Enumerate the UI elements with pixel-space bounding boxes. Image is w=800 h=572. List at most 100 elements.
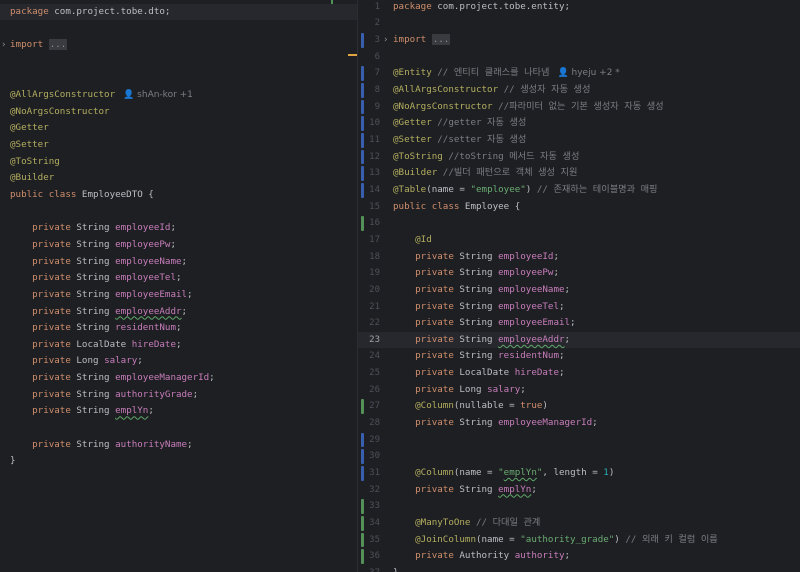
right-editor-pane[interactable]: 1 package com.project.tobe.entity; 2 3 › impo…: [358, 0, 800, 572]
code-text[interactable]: @Column(nullable = true): [393, 398, 548, 415]
gutter[interactable]: 11: [358, 132, 392, 149]
code-line[interactable]: private String employeeAddr;: [0, 304, 357, 321]
code-text[interactable]: private String authorityName;: [10, 437, 192, 454]
code-line[interactable]: 26 private Long salary;: [358, 382, 800, 399]
change-marker-modified[interactable]: [361, 182, 364, 198]
code-line[interactable]: private LocalDate hireDate;: [0, 337, 357, 354]
change-marker-added[interactable]: [361, 549, 364, 564]
gutter[interactable]: 22: [358, 315, 392, 332]
code-line[interactable]: 36 private Authority authority;: [358, 548, 800, 565]
gutter[interactable]: 6: [358, 49, 392, 66]
code-line[interactable]: private String employeeTel;: [0, 270, 357, 287]
code-line[interactable]: private String authorityName;: [0, 437, 357, 454]
gutter[interactable]: [0, 204, 34, 221]
code-line[interactable]: 25 private LocalDate hireDate;: [358, 365, 800, 382]
code-line[interactable]: [0, 420, 357, 437]
code-line[interactable]: 22 private String employeeEmail;: [358, 315, 800, 332]
code-text[interactable]: package com.project.tobe.entity;: [393, 0, 570, 15]
change-marker-added[interactable]: [361, 399, 364, 415]
code-line[interactable]: 15 public class Employee {: [358, 199, 800, 216]
author-inlay-hint[interactable]: 👤 hyeju +2 *: [557, 68, 619, 78]
code-text[interactable]: @NoArgsConstructor: [10, 104, 110, 121]
code-line[interactable]: 31 @Column(name = "emplYn", length = 1): [358, 465, 800, 482]
code-line[interactable]: 35 @JoinColumn(name = "authority_grade")…: [358, 532, 800, 549]
gutter[interactable]: 3 ›: [358, 32, 392, 49]
code-line[interactable]: 33: [358, 498, 800, 515]
code-line[interactable]: 3 › import ...: [358, 32, 800, 49]
code-text[interactable]: private String employeeManagerId;: [393, 415, 598, 432]
code-line[interactable]: [0, 20, 357, 37]
code-text[interactable]: private String emplYn;: [10, 403, 154, 420]
gutter[interactable]: 25: [358, 365, 392, 382]
code-line[interactable]: 28 private String employeeManagerId;: [358, 415, 800, 432]
code-line[interactable]: private String employeeEmail;: [0, 287, 357, 304]
code-text[interactable]: @NoArgsConstructor //파라미터 없는 기본 생성자 자동 생…: [393, 99, 664, 116]
code-line[interactable]: private String emplYn;: [0, 403, 357, 420]
code-text[interactable]: public class EmployeeDTO {: [10, 187, 154, 204]
code-line[interactable]: 14 @Table(name = "employee") // 존재하는 테이블명…: [358, 182, 800, 199]
code-text[interactable]: @Setter //setter 자동 생성: [393, 132, 526, 149]
code-text[interactable]: @AllArgsConstructor // 생성자 자동 생성: [393, 82, 590, 99]
code-line[interactable]: › import ...: [0, 37, 357, 54]
code-line[interactable]: 37}: [358, 565, 800, 572]
code-text[interactable]: public class Employee {: [393, 199, 520, 216]
gutter[interactable]: 17: [358, 232, 392, 249]
code-text[interactable]: @Builder //빌더 패턴으로 객체 생성 지원: [393, 165, 577, 182]
fold-chevron-icon[interactable]: ›: [383, 32, 388, 49]
code-text[interactable]: private String employeeTel;: [10, 270, 181, 287]
gutter[interactable]: [0, 54, 34, 71]
change-marker-modified[interactable]: [361, 466, 364, 481]
code-line[interactable]: private String employeeId;: [0, 220, 357, 237]
gutter[interactable]: 35: [358, 532, 392, 549]
change-marker-modified[interactable]: [361, 99, 364, 115]
code-text[interactable]: import ...: [393, 32, 451, 49]
fold-chevron-icon[interactable]: ›: [1, 37, 6, 54]
code-text[interactable]: private String employeeName;: [10, 254, 187, 271]
code-line[interactable]: 16: [358, 215, 800, 232]
gutter[interactable]: 10: [358, 115, 392, 132]
code-text[interactable]: private String employeeEmail;: [393, 315, 575, 332]
code-line[interactable]: @ToString: [0, 154, 357, 171]
folded-imports-placeholder[interactable]: ...: [431, 34, 451, 46]
code-line[interactable]: 6: [358, 49, 800, 66]
change-marker-modified[interactable]: [361, 449, 364, 465]
code-text[interactable]: @ToString: [10, 154, 60, 171]
right-code-lines[interactable]: 1 package com.project.tobe.entity; 2 3 › impo…: [358, 0, 800, 572]
gutter[interactable]: [0, 453, 34, 470]
gutter[interactable]: 13: [358, 165, 392, 182]
gutter[interactable]: 23: [358, 332, 392, 349]
gutter[interactable]: 30: [358, 448, 392, 465]
code-line[interactable]: 27 @Column(nullable = true): [358, 398, 800, 415]
gutter[interactable]: 20: [358, 282, 392, 299]
code-text[interactable]: private String employeeManagerId;: [10, 370, 215, 387]
code-line[interactable]: 18 private String employeeId;: [358, 249, 800, 266]
code-line[interactable]: }: [0, 453, 357, 470]
code-text[interactable]: private String emplYn;: [393, 482, 537, 499]
code-text[interactable]: private Long salary;: [10, 353, 143, 370]
gutter[interactable]: 1: [358, 0, 392, 15]
code-line[interactable]: private String residentNum;: [0, 320, 357, 337]
code-text[interactable]: private String employeeName;: [393, 282, 570, 299]
code-line[interactable]: @AllArgsConstructor 👤 shAn-kor +1: [0, 87, 357, 104]
code-line[interactable]: @Getter: [0, 120, 357, 137]
left-editor-pane[interactable]: package com.project.tobe.dto; › import ...…: [0, 0, 357, 572]
code-text[interactable]: private String residentNum;: [393, 348, 564, 365]
gutter[interactable]: [0, 20, 34, 37]
scrollbar-warning-marker[interactable]: [348, 54, 357, 56]
gutter[interactable]: 36: [358, 548, 392, 565]
code-text[interactable]: private Long salary;: [393, 382, 526, 399]
code-text[interactable]: @Builder: [10, 170, 54, 187]
gutter[interactable]: 27: [358, 398, 392, 415]
gutter[interactable]: 34: [358, 515, 392, 532]
code-text[interactable]: }: [393, 565, 399, 572]
code-line[interactable]: public class EmployeeDTO {: [0, 187, 357, 204]
code-line[interactable]: 2: [358, 15, 800, 32]
code-text[interactable]: }: [10, 453, 16, 470]
gutter[interactable]: 21: [358, 299, 392, 316]
gutter[interactable]: 24: [358, 348, 392, 365]
code-text[interactable]: import ...: [10, 37, 68, 54]
gutter[interactable]: 26: [358, 382, 392, 399]
code-line[interactable]: 13 @Builder //빌더 패턴으로 객체 생성 지원: [358, 165, 800, 182]
change-marker-modified[interactable]: [361, 33, 364, 48]
code-line[interactable]: @Setter: [0, 137, 357, 154]
